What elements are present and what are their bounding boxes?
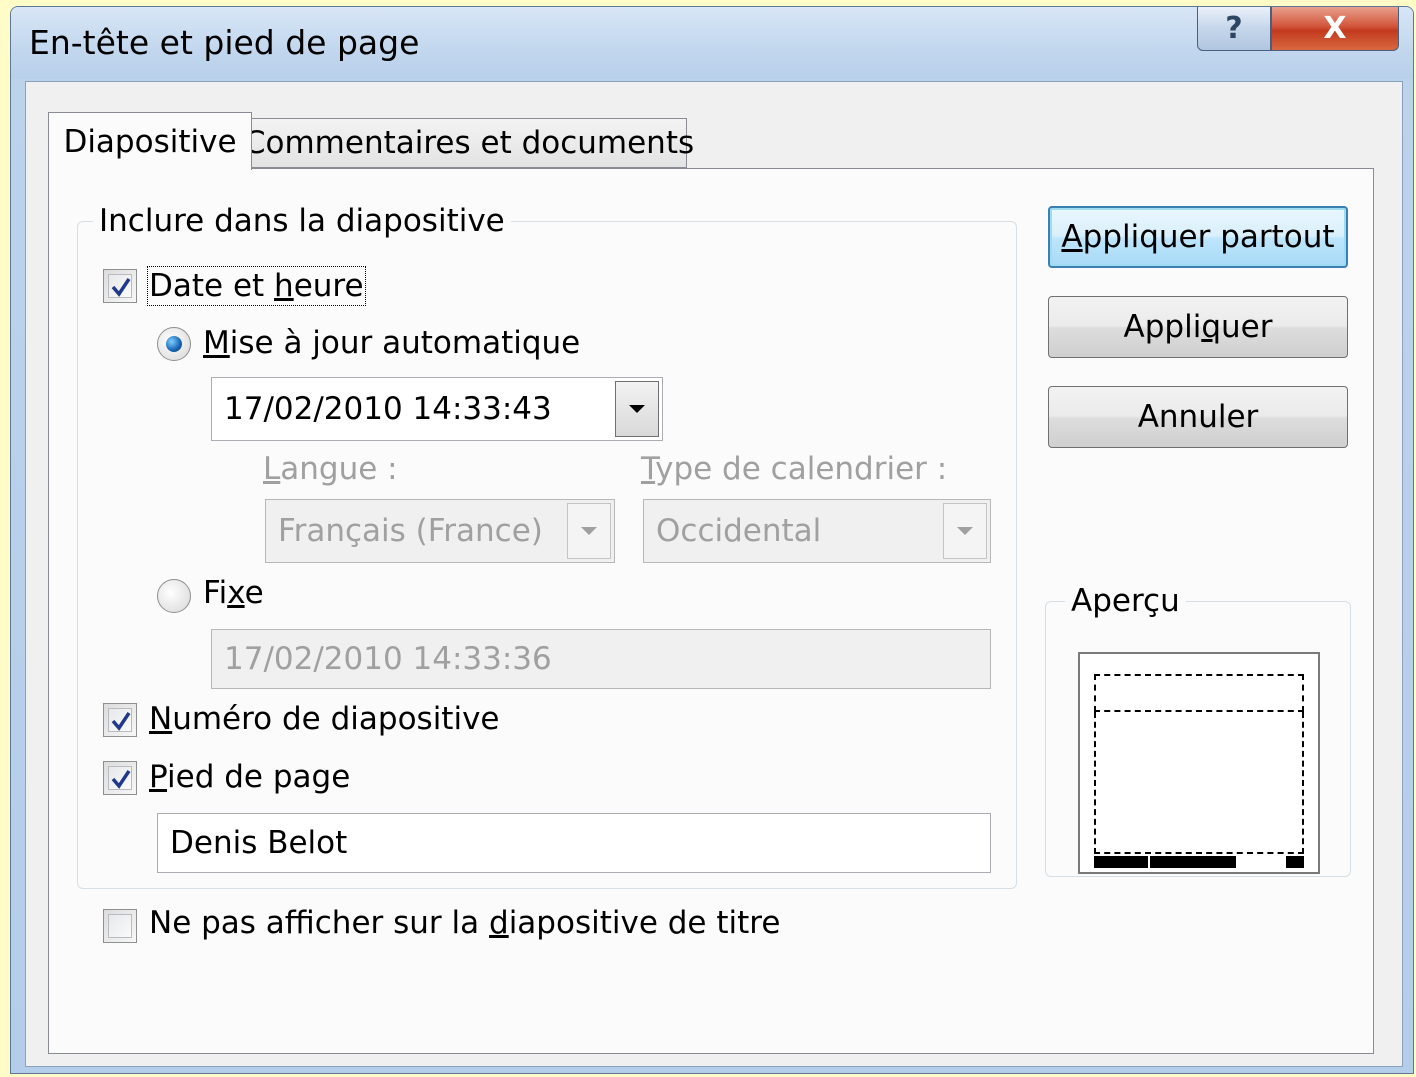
radio-dot: [166, 336, 182, 352]
auto-update-radio[interactable]: [157, 327, 191, 361]
label-part: uer: [1221, 309, 1273, 345]
calendar-type-value: Occidental: [656, 513, 822, 549]
checkbox-box: [108, 708, 132, 732]
preview-date-bar: [1094, 856, 1148, 868]
date-time-label[interactable]: Date et heure: [147, 266, 366, 306]
footer-label[interactable]: Pied de page: [149, 759, 350, 795]
calendar-dropdown-button[interactable]: [943, 503, 987, 559]
label-part: e: [244, 575, 264, 611]
dont-show-on-title-label[interactable]: Ne pas afficher sur la diapositive de ti…: [149, 905, 780, 941]
footer-checkbox[interactable]: [103, 761, 137, 795]
label-accel: q: [1201, 309, 1221, 345]
apply-label: Appliquer: [1124, 309, 1273, 345]
tab-label: Commentaires et documents: [243, 125, 695, 161]
title-bar[interactable]: En-tête et pied de page ? X: [11, 7, 1413, 79]
label-accel: P: [149, 759, 168, 795]
label-accel: M: [203, 325, 230, 361]
date-time-checkbox[interactable]: [103, 269, 137, 303]
checkmark-icon: [111, 712, 131, 731]
tab-commentaires-et-documents[interactable]: Commentaires et documents: [244, 118, 694, 168]
label-part: uméro de diapositive: [172, 701, 500, 737]
apply-all-button[interactable]: Appliquer partout: [1048, 206, 1348, 268]
tab-label: Diapositive: [63, 123, 237, 160]
label-accel: L: [263, 451, 281, 487]
calendar-type-label: Type de calendrier :: [641, 451, 947, 487]
cancel-button[interactable]: Annuler: [1048, 386, 1348, 448]
fixed-radio[interactable]: [157, 579, 191, 613]
label-accel: h: [274, 268, 294, 304]
chevron-down-icon: [581, 527, 597, 535]
footer-text-input[interactable]: Denis Belot: [157, 813, 991, 873]
label-accel: x: [227, 575, 245, 611]
fixed-date-input[interactable]: 17/02/2010 14:33:36: [211, 629, 991, 689]
label-part: ype de calendrier :: [655, 451, 948, 487]
slide-number-label[interactable]: Numéro de diapositive: [149, 701, 500, 737]
dont-show-on-title-checkbox[interactable]: [103, 909, 137, 943]
checkbox-box: [108, 766, 132, 790]
language-dropdown-button[interactable]: [567, 503, 611, 559]
language-value: Français (France): [278, 513, 543, 549]
checkbox-box: [108, 914, 132, 938]
label-part: Appli: [1123, 309, 1202, 345]
footer-text-value: Denis Belot: [170, 825, 348, 861]
label-accel: N: [149, 701, 173, 737]
dialog-client-area: Diapositive Commentaires et documents In…: [25, 81, 1403, 1067]
label-part: ied de page: [167, 759, 351, 795]
label-part: ppliquer partout: [1082, 219, 1335, 255]
auto-update-label[interactable]: Mise à jour automatique: [203, 325, 580, 361]
close-icon: X: [1323, 11, 1347, 46]
label-accel: d: [489, 905, 509, 941]
preview-number-bar: [1286, 856, 1304, 868]
auto-date-value: 17/02/2010 14:33:43: [224, 391, 552, 427]
preview-footer-bar: [1150, 856, 1236, 868]
calendar-type-combobox[interactable]: Occidental: [643, 499, 991, 563]
fixed-date-value: 17/02/2010 14:33:36: [224, 641, 552, 677]
include-group-legend: Inclure dans la diapositive: [93, 203, 511, 239]
label-part: eure: [293, 268, 364, 304]
auto-date-dropdown-button[interactable]: [615, 381, 659, 437]
tab-diapositive[interactable]: Diapositive: [48, 112, 252, 170]
checkmark-icon: [111, 278, 131, 297]
help-button[interactable]: ?: [1197, 7, 1271, 51]
label-part: ise à jour automatique: [229, 325, 581, 361]
language-label: Langue :: [263, 451, 398, 487]
dialog-window: En-tête et pied de page ? X Diapositive …: [10, 6, 1414, 1074]
language-combobox[interactable]: Français (France): [265, 499, 615, 563]
fixed-label[interactable]: Fixe: [203, 575, 264, 611]
close-button[interactable]: X: [1271, 7, 1399, 51]
checkmark-icon: [111, 770, 131, 789]
label-accel: T: [641, 451, 656, 487]
checkbox-box: [108, 274, 132, 298]
window-title: En-tête et pied de page: [29, 23, 420, 62]
label-part: Ne pas afficher sur la: [149, 905, 489, 941]
label-part: iapositive de titre: [508, 905, 781, 941]
label-accel: A: [1061, 219, 1083, 255]
preview-group-legend: Aperçu: [1065, 583, 1186, 619]
cancel-label: Annuler: [1137, 399, 1259, 435]
apply-all-label: Appliquer partout: [1061, 219, 1334, 255]
label-part: Date et: [149, 268, 275, 304]
preview-body-placeholder: [1094, 712, 1304, 854]
label-part: angue :: [280, 451, 398, 487]
preview-title-placeholder: [1094, 674, 1304, 712]
apply-button[interactable]: Appliquer: [1048, 296, 1348, 358]
auto-date-combobox[interactable]: 17/02/2010 14:33:43: [211, 377, 663, 441]
chevron-down-icon: [957, 527, 973, 535]
slide-preview: [1078, 652, 1320, 874]
question-mark-icon: ?: [1225, 11, 1243, 46]
chevron-down-icon: [629, 405, 645, 413]
slide-number-checkbox[interactable]: [103, 703, 137, 737]
label-part: Fi: [203, 575, 228, 611]
